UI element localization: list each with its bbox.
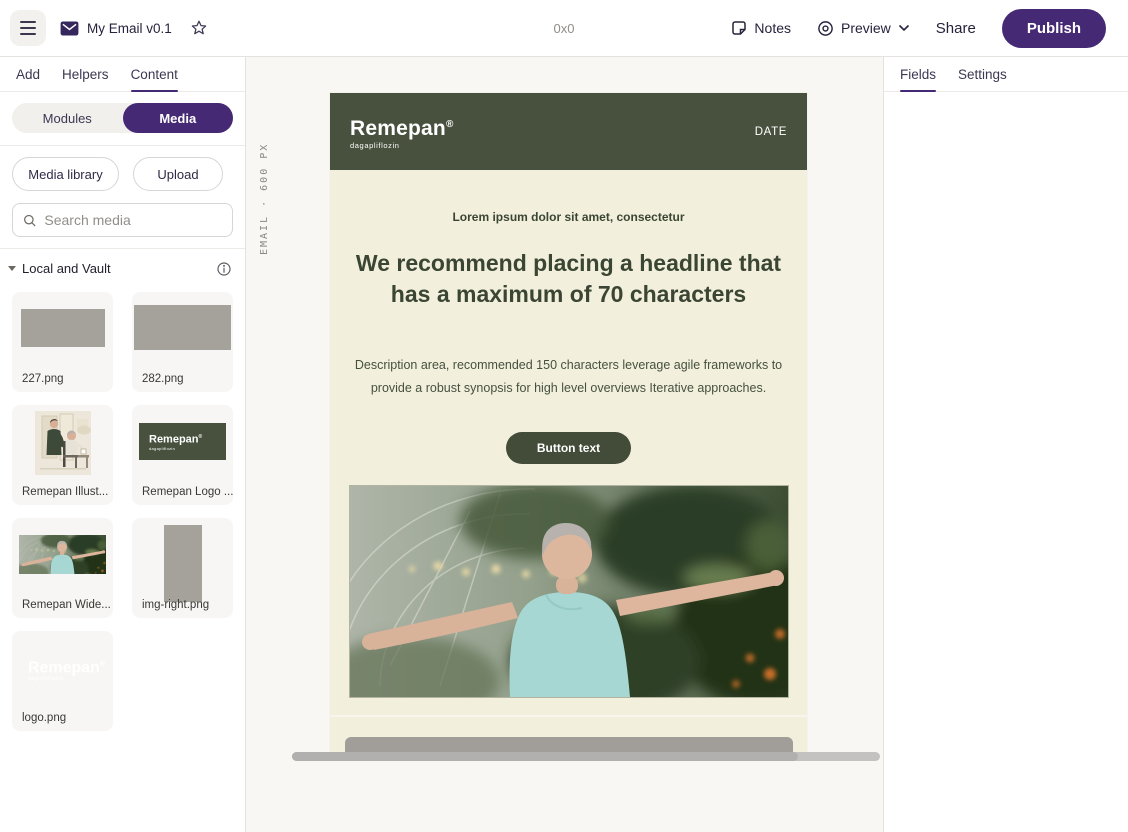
email-hero-image[interactable] <box>350 486 788 697</box>
toggle-modules[interactable]: Modules <box>12 103 123 133</box>
topbar: My Email v0.1 0x0 Notes Preview Share Pu… <box>0 0 1128 57</box>
image-placeholder-thumbnail <box>164 525 202 602</box>
publish-button[interactable]: Publish <box>1002 9 1106 48</box>
note-icon <box>731 20 747 36</box>
hamburger-menu-button[interactable] <box>10 10 46 46</box>
media-search <box>12 203 233 237</box>
content-mode-toggle: Modules Media <box>12 103 233 133</box>
media-card-282[interactable]: 282.png <box>132 292 233 392</box>
tab-settings[interactable]: Settings <box>958 57 1007 91</box>
email-next-image-placeholder[interactable] <box>345 737 793 752</box>
upload-button[interactable]: Upload <box>133 157 223 191</box>
image-placeholder-thumbnail <box>21 309 105 347</box>
email-cta-button[interactable]: Button text <box>506 432 631 464</box>
image-placeholder-thumbnail <box>134 305 231 350</box>
collapse-caret-icon[interactable] <box>8 266 16 271</box>
notes-button[interactable]: Notes <box>731 20 791 36</box>
right-sidebar: Fields Settings <box>883 57 1128 832</box>
email-headline[interactable]: We recommend placing a headline that has… <box>353 248 785 310</box>
right-sidebar-tabs: Fields Settings <box>884 57 1128 92</box>
section-separator <box>330 715 807 717</box>
media-library-button[interactable]: Media library <box>12 157 119 191</box>
email-description[interactable]: Description area, recommended 150 charac… <box>343 354 795 399</box>
section-title: Local and Vault <box>22 261 111 276</box>
media-card-remepan-wide[interactable]: Remepan Wide... <box>12 518 113 618</box>
search-media-input[interactable] <box>44 212 222 228</box>
date-placeholder: DATE <box>755 126 787 138</box>
toggle-media[interactable]: Media <box>123 103 234 133</box>
chevron-down-icon <box>898 24 910 32</box>
left-sidebar-tabs: Add Helpers Content <box>0 57 245 92</box>
email-type-icon <box>60 21 79 36</box>
email-preview: Remepan® dagapliflozin DATE Lorem ipsum … <box>330 93 807 752</box>
horizontal-scrollbar[interactable] <box>292 752 880 761</box>
tab-helpers[interactable]: Helpers <box>62 57 109 91</box>
document-title: My Email v0.1 <box>87 21 172 36</box>
email-canvas: EMAIL · 600 PX Remepan® dagapliflozin DA… <box>246 57 883 832</box>
media-card-227[interactable]: 227.png <box>12 292 113 392</box>
brand-logo: Remepan® dagapliflozin <box>350 114 454 150</box>
email-eyebrow-text[interactable]: Lorem ipsum dolor sit amet, consectetur <box>330 170 807 224</box>
preview-eye-icon <box>817 20 834 37</box>
preview-button[interactable]: Preview <box>817 20 910 37</box>
tab-fields[interactable]: Fields <box>900 57 936 91</box>
media-card-logo-png[interactable]: Remepan® dagapliflozin logo.png <box>12 631 113 731</box>
email-width-ruler-label: EMAIL · 600 PX <box>259 95 270 255</box>
media-grid: 227.png 282.png Remepan Illust... Remepa… <box>0 282 245 741</box>
left-sidebar: Add Helpers Content Modules Media Media … <box>0 57 246 832</box>
tab-add[interactable]: Add <box>16 57 40 91</box>
favorite-star-icon[interactable] <box>190 19 208 37</box>
email-header-block[interactable]: Remepan® dagapliflozin DATE <box>330 93 807 170</box>
media-card-remepan-logo[interactable]: Remepan® dagapliflozin Remepan Logo ... <box>132 405 233 505</box>
search-icon <box>23 213 36 228</box>
photo-thumbnail <box>19 535 106 574</box>
info-icon[interactable] <box>217 262 231 276</box>
tab-content[interactable]: Content <box>131 57 178 91</box>
logo-thumbnail: Remepan® dagapliflozin <box>139 423 226 460</box>
illustration-thumbnail <box>35 411 91 475</box>
media-card-remepan-illustration[interactable]: Remepan Illust... <box>12 405 113 505</box>
share-button[interactable]: Share <box>936 20 976 37</box>
media-card-img-right[interactable]: img-right.png <box>132 518 233 618</box>
scrollbar-thumb[interactable] <box>292 752 798 761</box>
email-body: Lorem ipsum dolor sit amet, consectetur … <box>330 170 807 752</box>
